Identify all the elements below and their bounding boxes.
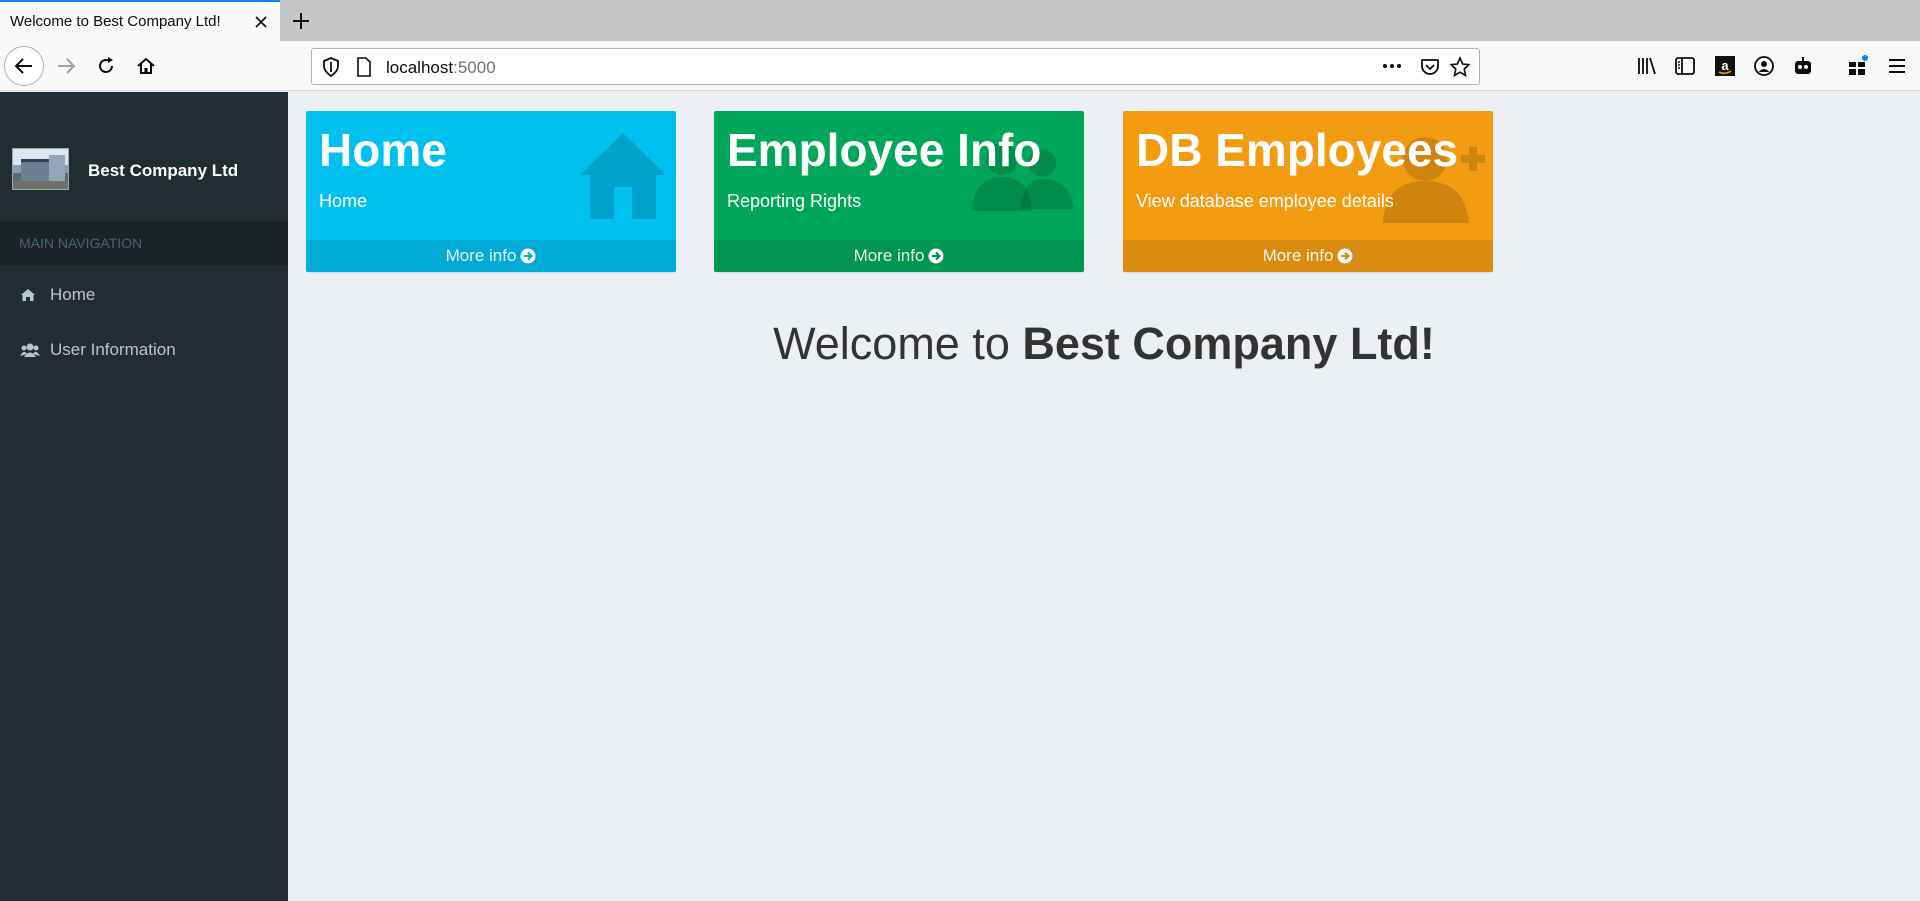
sidebar-item-label: Home xyxy=(50,285,96,304)
amazon-icon[interactable]: a xyxy=(1712,53,1738,79)
box-title: DB Employees xyxy=(1136,124,1459,176)
more-info-label: More info xyxy=(853,246,925,265)
sidebar-toggle-icon[interactable] xyxy=(1672,53,1698,79)
more-info-link[interactable]: More info xyxy=(714,240,1084,272)
tab-title: Welcome to Best Company Ltd! xyxy=(10,13,221,30)
pocket-icon[interactable] xyxy=(1419,56,1441,83)
welcome-prefix: Welcome to xyxy=(773,318,1023,369)
more-info-label: More info xyxy=(1262,246,1334,265)
nav-header: MAIN NAVIGATION xyxy=(0,221,288,265)
url-host: localhost xyxy=(386,58,454,77)
welcome-company: Best Company Ltd! xyxy=(1022,318,1435,369)
more-info-link[interactable]: More info xyxy=(1123,240,1493,272)
sidebar-item-home[interactable]: Home xyxy=(0,273,288,317)
library-icon[interactable] xyxy=(1634,53,1660,79)
db-employees-box: DB Employees View database employee deta… xyxy=(1123,111,1493,272)
reload-icon[interactable] xyxy=(86,46,126,86)
box-subtitle: Home xyxy=(319,191,368,211)
welcome-heading: Welcome to Best Company Ltd! xyxy=(288,318,1920,370)
company-logo xyxy=(12,148,69,190)
browser-toolbar: localhost:5000 a xyxy=(0,41,1920,91)
svg-text:a: a xyxy=(1721,58,1729,73)
address-bar[interactable]: localhost:5000 xyxy=(311,48,1480,85)
page-icon[interactable] xyxy=(356,57,372,82)
brand-name: Best Company Ltd xyxy=(88,161,239,180)
main-sidebar: Best Company Ltd MAIN NAVIGATION Home Us… xyxy=(0,92,288,901)
more-info-link[interactable]: More info xyxy=(306,240,676,272)
close-tab-icon[interactable] xyxy=(248,9,274,35)
brand[interactable]: Best Company Ltd xyxy=(0,148,288,200)
house-icon xyxy=(580,133,666,219)
arrow-circle-right-icon xyxy=(928,248,944,264)
account-icon[interactable] xyxy=(1751,53,1777,79)
arrow-circle-right-icon xyxy=(1337,248,1353,264)
back-icon[interactable] xyxy=(4,46,44,86)
new-tab-icon[interactable] xyxy=(286,6,316,36)
users-icon xyxy=(20,342,42,358)
sidebar-item-label: User Information xyxy=(50,340,176,359)
url-port: :5000 xyxy=(453,58,496,77)
arrow-circle-right-icon xyxy=(520,248,536,264)
more-actions-icon[interactable] xyxy=(1381,55,1403,82)
employee-info-box: Employee Info Reporting Rights More info xyxy=(714,111,1084,272)
sidebar-item-user-information[interactable]: User Information xyxy=(0,328,288,372)
robot-extension-icon[interactable] xyxy=(1790,53,1816,79)
box-title: Home xyxy=(319,124,447,176)
box-subtitle: View database employee details xyxy=(1136,191,1394,211)
forward-icon[interactable] xyxy=(46,46,86,86)
extensions-gift-icon[interactable] xyxy=(1845,53,1871,79)
browser-tab[interactable]: Welcome to Best Company Ltd! xyxy=(0,0,280,41)
home-icon xyxy=(20,287,42,303)
more-info-label: More info xyxy=(445,246,517,265)
home-icon[interactable] xyxy=(126,46,166,86)
menu-icon[interactable] xyxy=(1884,53,1910,79)
box-subtitle: Reporting Rights xyxy=(727,191,862,211)
home-info-box: Home Home More info xyxy=(306,111,676,272)
url-text: localhost:5000 xyxy=(386,58,496,78)
browser-tab-bar: Welcome to Best Company Ltd! xyxy=(0,0,1920,41)
bookmark-star-icon[interactable] xyxy=(1449,55,1471,83)
box-title: Employee Info xyxy=(727,124,1042,176)
shield-icon[interactable] xyxy=(322,57,340,82)
